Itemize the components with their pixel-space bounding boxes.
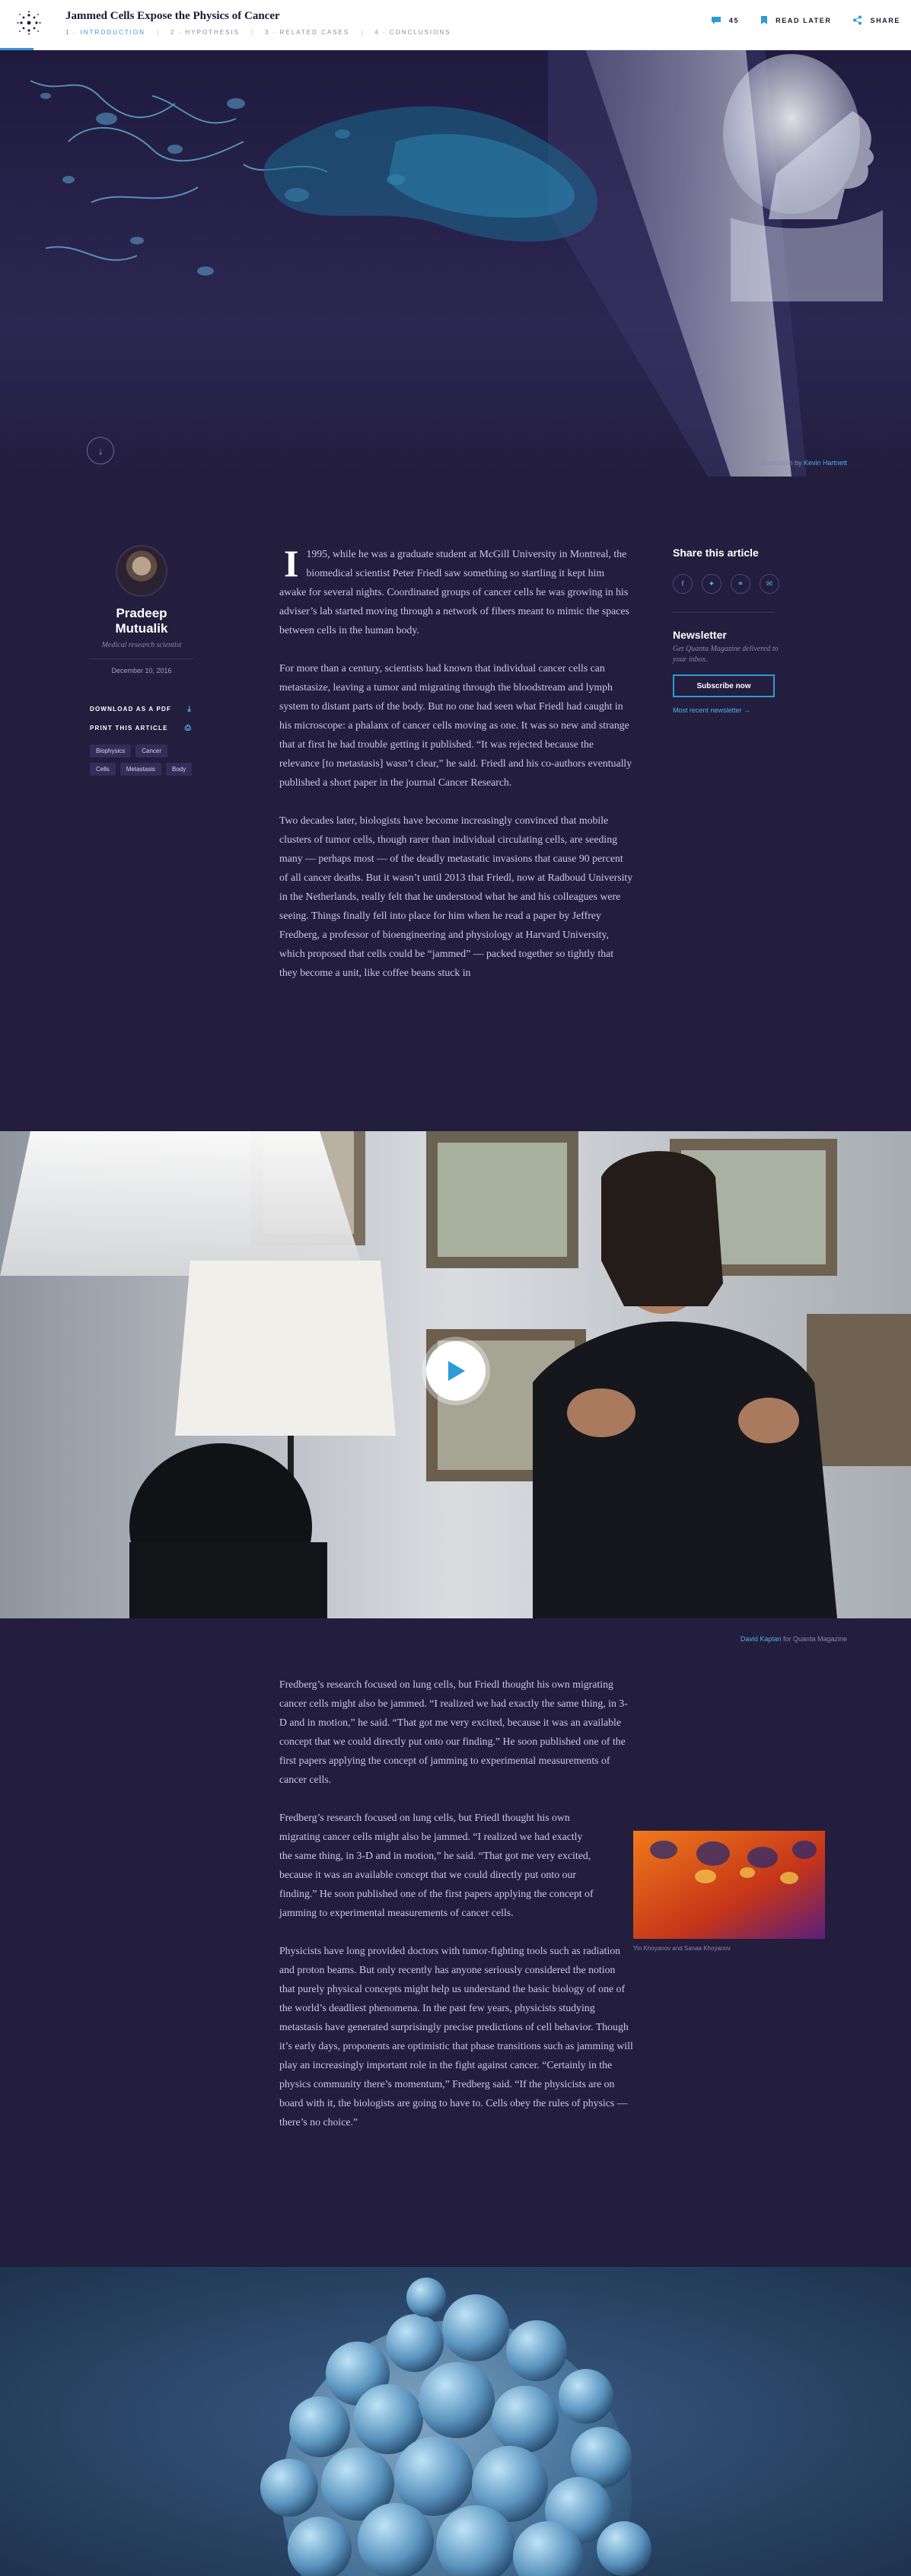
toc-hypothesis[interactable]: 2 · HYPOTHESIS [170,29,253,36]
paragraph: Two decades later, biologists have becom… [279,815,633,978]
subscribe-button[interactable]: Subscribe now [673,674,775,697]
comments-button[interactable]: 45 [711,16,739,25]
drop-cap: I [284,542,299,585]
author-card: Pradeep Mutualik Medical research scient… [90,545,193,674]
toc-conclusions[interactable]: 4 · CONCLUSIONS [374,29,463,36]
author-name[interactable]: Pradeep Mutualik [90,606,193,636]
divider [673,612,775,613]
arrow-down-icon: ↓ [97,445,104,457]
newsletter-copy: Get Quanta Magazine delivered to your in… [673,645,779,664]
facebook-icon[interactable]: f [673,574,693,594]
author-role: Medical research scientist [101,641,182,649]
recent-newsletter-link[interactable]: Most recent newsletter → [673,706,779,714]
publish-date: December 10, 2016 [111,667,172,674]
tag-cells[interactable]: Cells [90,763,116,776]
avatar[interactable] [116,545,167,597]
share-panel: Share this article f ✦ ⚭ ✉ [673,547,779,613]
share-title: Share this article [673,547,759,559]
figure-image[interactable] [633,1831,825,1939]
comment-icon [711,16,721,24]
paragraph: Fredberg’s research focused on lung cell… [279,1679,628,1785]
tag-biophysics[interactable]: Biophysics [90,744,132,757]
play-button[interactable] [426,1341,486,1401]
inline-figure: Yin Khoyanov and Sanaa Khoyanov [633,1831,825,1952]
video-credit-suffix: for Quanta Magazine [782,1635,847,1643]
hero-illustration [0,50,911,477]
download-pdf-label: DOWNLOAD AS A PDF [90,706,172,713]
tag-metastasis[interactable]: Metastasis [119,763,162,776]
section-nav: 1 · INTRODUCTION 2 · HYPOTHESIS 3 · RELA… [65,29,475,36]
quanta-logo-icon[interactable] [17,11,41,35]
link-icon[interactable]: ⚭ [731,574,750,594]
paragraph: I 1995, while he was a graduate student a… [279,544,633,639]
comment-count: 45 [728,16,740,24]
share-label: SHARE [870,16,900,24]
scroll-down-button[interactable]: ↓ [87,437,114,464]
divider [90,658,193,659]
newsletter-title: Newsletter [673,629,727,641]
video-credit-name[interactable]: David Kaplan [741,1635,782,1643]
print-icon: ⎙ [184,724,192,732]
header-actions: 45 READ LATER SHARE [690,15,900,25]
download-pdf-button[interactable]: DOWNLOAD AS A PDF ⤓ [90,705,192,713]
article-body: I 1995, while he was a graduate student a… [279,544,633,1001]
email-icon[interactable]: ✉ [760,574,779,594]
paragraph-text: 1995, while he was a graduate student at… [279,548,629,636]
article-body-continued: Fredberg’s research focused on lung cell… [279,1675,633,2150]
paragraph: Fredberg’s research focused on lung cell… [279,1812,594,1918]
hero-credit-prefix: Illustration by [761,459,802,467]
twitter-icon[interactable]: ✦ [702,574,721,594]
share-icon [853,15,862,25]
tag-list: Biophysics Cancer Cells Metastasis Body [90,744,196,776]
share-button[interactable]: SHARE [852,15,900,25]
hero-credit: Illustration by Kevin Hartnett [761,459,847,467]
paragraph: Physicists have long provided doctors wi… [279,1945,633,2128]
toc-related-cases[interactable]: 3 · RELATED CASES [265,29,363,36]
toc-introduction[interactable]: 1 · INTRODUCTION [65,29,158,36]
print-article-label: PRINT THIS ARTICLE [90,725,168,732]
read-later-button[interactable]: READ LATER [760,15,831,25]
read-later-label: READ LATER [776,16,832,24]
download-icon: ⤓ [187,705,192,713]
paragraph: For more than a century, scientists had … [279,662,632,788]
newsletter-panel: Newsletter Get Quanta Magazine delivered… [673,629,779,714]
video-credit: David Kaplan for Quanta Magazine [741,1635,847,1643]
play-icon [448,1361,465,1381]
share-icons: f ✦ ⚭ ✉ [673,574,779,594]
bookmark-icon [761,16,768,24]
tumor-cluster-image [0,2267,911,2576]
article-tools: DOWNLOAD AS A PDF ⤓ PRINT THIS ARTICLE ⎙ [90,705,192,743]
tag-body[interactable]: Body [166,763,193,776]
tag-cancer[interactable]: Cancer [135,744,168,757]
print-article-button[interactable]: PRINT THIS ARTICLE ⎙ [90,724,192,732]
figure-caption: Yin Khoyanov and Sanaa Khoyanov [633,1945,731,1952]
page-title: Jammed Cells Expose the Physics of Cance… [65,10,280,22]
hero-credit-name[interactable]: Kevin Hartnett [804,459,847,467]
top-bar: Jammed Cells Expose the Physics of Cance… [0,0,911,50]
